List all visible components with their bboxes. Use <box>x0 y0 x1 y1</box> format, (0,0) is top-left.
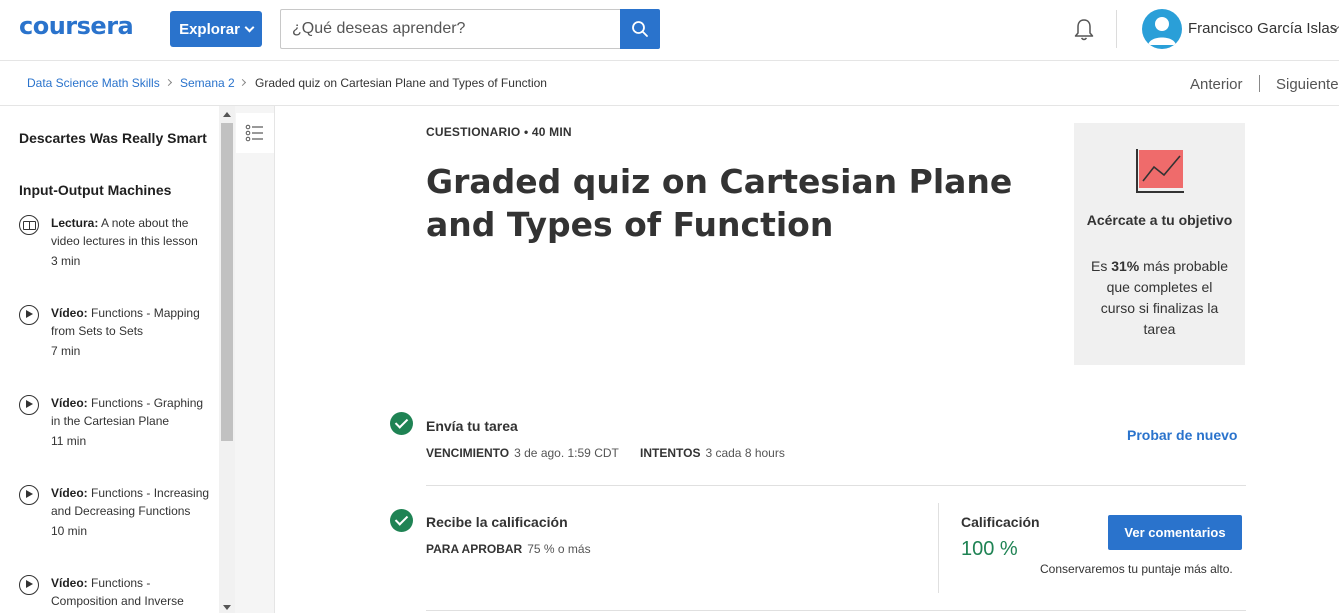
goal-percent: 31% <box>1111 258 1140 274</box>
item-duration: 7 min <box>51 344 81 358</box>
view-feedback-button[interactable]: Ver comentarios <box>1108 515 1242 550</box>
next-link[interactable]: Siguiente <box>1276 76 1339 93</box>
top-bar: coursera Explorar Francisco García Islas <box>0 0 1339 61</box>
item-kind: Vídeo: <box>51 576 88 590</box>
item-duration: 3 min <box>51 254 81 268</box>
toc-toggle-button[interactable] <box>236 113 274 153</box>
sidebar-heading-descartes[interactable]: Descartes Was Really Smart <box>19 128 209 148</box>
search-input[interactable] <box>280 9 621 49</box>
highest-score-note: Conservaremos tu puntaje más alto. <box>1040 562 1233 576</box>
item-kind: Vídeo: <box>51 306 88 320</box>
play-icon <box>19 305 39 325</box>
attempts-value: 3 cada 8 hours <box>705 446 785 460</box>
grade-value: 100 % <box>961 538 1018 560</box>
item-kind: Vídeo: <box>51 486 88 500</box>
list-icon <box>245 124 263 142</box>
divider <box>426 485 1246 486</box>
due-label: VENCIMIENTO <box>426 446 510 460</box>
play-icon <box>19 575 39 595</box>
try-again-link[interactable]: Probar de nuevo <box>1127 427 1237 443</box>
grade-label: Calificación <box>961 514 1040 530</box>
explore-button[interactable]: Explorar <box>170 11 262 47</box>
scrollbar-thumb[interactable] <box>221 123 233 441</box>
item-duration: 10 min <box>51 524 88 538</box>
toc-column <box>235 106 275 613</box>
pass-label: PARA APROBAR <box>426 542 523 556</box>
bell-icon[interactable] <box>1070 16 1098 44</box>
goal-body: Es 31% más probable que completes el cur… <box>1088 256 1231 340</box>
grade-step-title: Recibe la calificación <box>426 514 568 530</box>
grade-divider <box>938 503 939 593</box>
breadcrumb-chevron-icon <box>164 78 173 87</box>
previous-link[interactable]: Anterior <box>1190 76 1243 93</box>
scroll-down-arrow-icon[interactable] <box>223 605 231 610</box>
scroll-up-arrow-icon[interactable] <box>223 112 231 117</box>
goal-body-prefix: Es <box>1091 258 1108 274</box>
submit-step-title: Envía tu tarea <box>426 418 518 434</box>
breadcrumb-course[interactable]: Data Science Math Skills <box>27 76 160 90</box>
play-icon <box>19 395 39 415</box>
user-icon <box>1148 17 1176 45</box>
chevron-down-icon <box>244 22 255 32</box>
due-date: VENCIMIENTO 3 de ago. 1:59 CDT <box>426 446 619 460</box>
item-kind: Lectura: <box>51 216 99 230</box>
sidebar-heading-input-output[interactable]: Input-Output Machines <box>19 180 209 200</box>
page-title: Graded quiz on Cartesian Plane and Types… <box>426 162 1013 244</box>
page: coursera Explorar Francisco García Islas <box>0 0 1339 613</box>
quiz-kicker: CUESTIONARIO • 40 MIN <box>426 125 572 139</box>
checkmark-icon <box>390 412 413 435</box>
book-icon <box>19 215 39 235</box>
goal-title: Acércate a tu objetivo <box>1086 212 1233 228</box>
header-divider <box>1116 10 1117 48</box>
divider <box>426 610 1246 611</box>
breadcrumb-week[interactable]: Semana 2 <box>180 76 235 90</box>
breadcrumb-current: Graded quiz on Cartesian Plane and Types… <box>255 76 547 90</box>
avatar[interactable] <box>1142 9 1182 49</box>
trend-chart-icon <box>1136 149 1184 193</box>
pass-threshold: PARA APROBAR 75 % o más <box>426 542 591 556</box>
goal-card: Acércate a tu objetivo Es 31% más probab… <box>1074 123 1245 365</box>
pass-value: 75 % o más <box>527 542 591 556</box>
explore-label: Explorar <box>179 20 240 38</box>
breadcrumb: Data Science Math Skills Semana 2 Graded… <box>0 61 1339 106</box>
item-duration: 11 min <box>51 434 87 448</box>
sidebar: Descartes Was Really Smart Input-Output … <box>0 106 219 613</box>
item-kind: Vídeo: <box>51 396 88 410</box>
attempts: INTENTOS 3 cada 8 hours <box>640 446 785 460</box>
search-icon <box>632 21 648 37</box>
due-value: 3 de ago. 1:59 CDT <box>514 446 619 460</box>
coursera-logo[interactable]: coursera <box>19 12 134 40</box>
checkmark-icon <box>390 509 413 532</box>
breadcrumb-chevron-icon <box>238 78 247 87</box>
user-name[interactable]: Francisco García Islas <box>1188 20 1337 37</box>
search-button[interactable] <box>620 9 660 49</box>
nav-divider <box>1259 75 1260 92</box>
sidebar-scrollbar[interactable] <box>219 106 235 613</box>
attempts-label: INTENTOS <box>640 446 701 460</box>
play-icon <box>19 485 39 505</box>
